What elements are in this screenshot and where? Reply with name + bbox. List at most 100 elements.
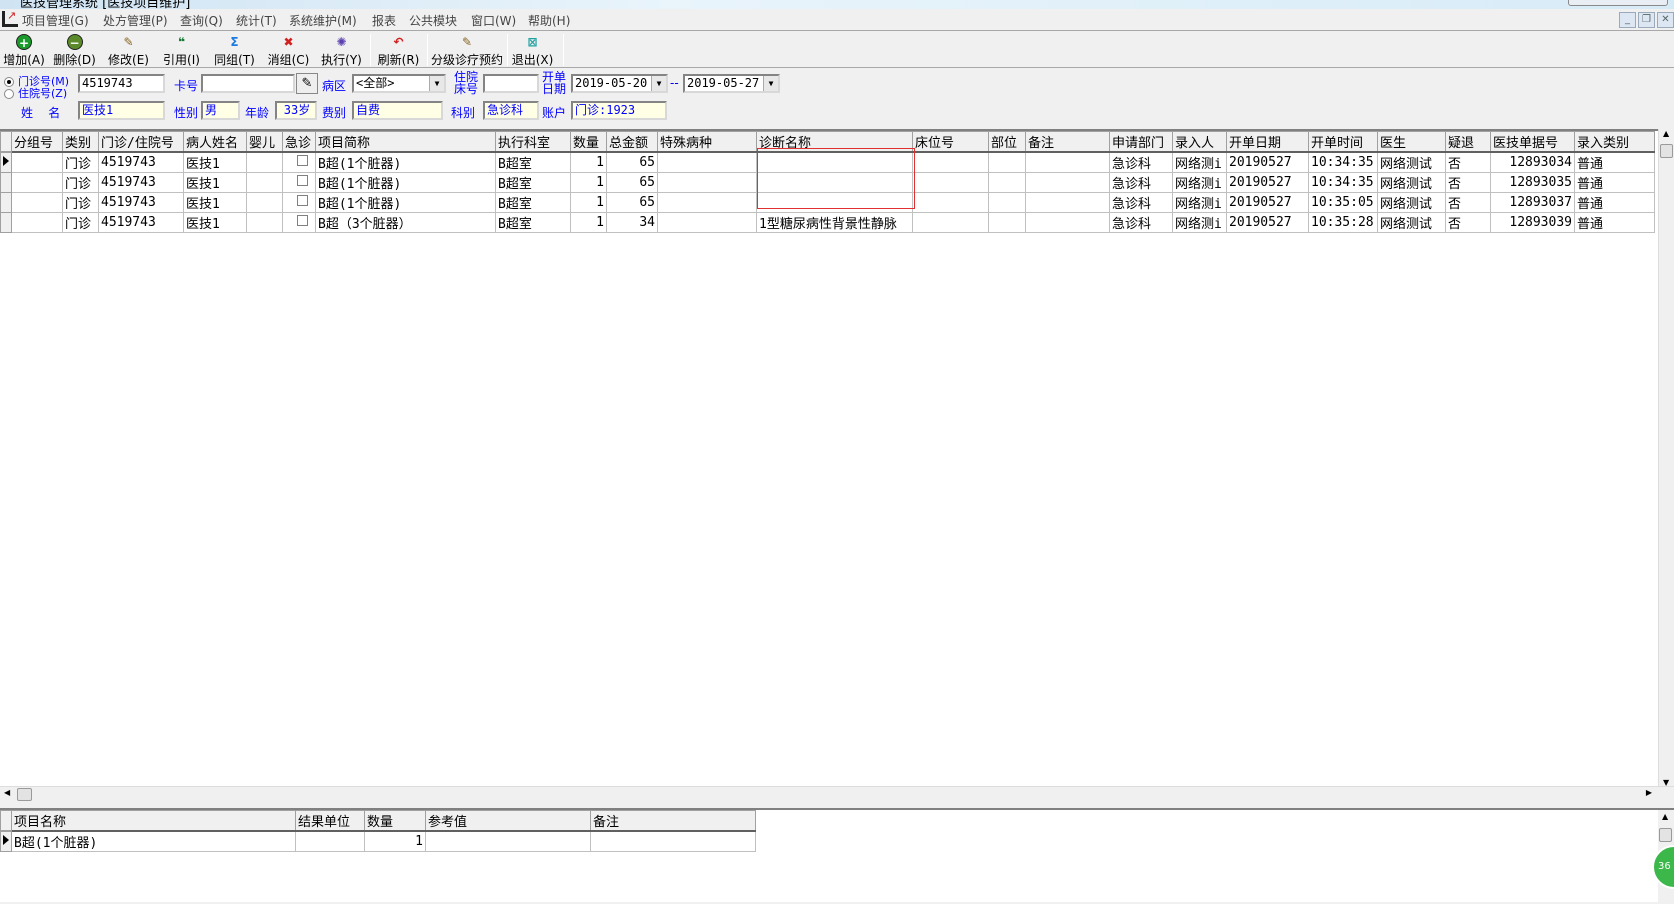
- table-cell[interactable]: 65: [606, 192, 658, 213]
- table-cell[interactable]: [425, 830, 591, 852]
- column-header[interactable]: 分组号: [11, 131, 63, 153]
- column-header[interactable]: 录入类别: [1574, 131, 1655, 153]
- toolbar-button[interactable]: ✎ 分级诊疗预约: [430, 33, 504, 67]
- table-cell[interactable]: 医技1: [183, 151, 247, 173]
- table-cell[interactable]: [657, 151, 757, 173]
- table-cell[interactable]: [988, 192, 1026, 213]
- menu-item[interactable]: 窗口(W): [471, 12, 516, 29]
- ward-select[interactable]: <全部> ▼: [352, 74, 446, 93]
- table-cell[interactable]: 12893039: [1490, 212, 1575, 233]
- table-cell[interactable]: B超（3个脏器）: [315, 212, 496, 233]
- menu-item[interactable]: 公共模块: [409, 12, 457, 29]
- table-cell[interactable]: [657, 212, 757, 233]
- emergency-checkbox-cell[interactable]: [282, 172, 316, 193]
- column-header[interactable]: 门诊/住院号: [98, 131, 184, 153]
- table-cell[interactable]: [246, 192, 283, 213]
- column-header[interactable]: 床位号: [912, 131, 989, 153]
- table-cell[interactable]: B超(1个脏器): [315, 151, 496, 173]
- table-cell[interactable]: [988, 172, 1026, 193]
- emergency-checkbox-cell[interactable]: [282, 192, 316, 213]
- column-header[interactable]: 诊断名称: [756, 131, 913, 153]
- mdi-minimize-button[interactable]: _: [1619, 12, 1636, 28]
- scroll-thumb[interactable]: [1659, 828, 1672, 842]
- table-cell[interactable]: [1025, 172, 1110, 193]
- column-header[interactable]: 婴儿: [246, 131, 283, 153]
- table-row[interactable]: 门诊 4519743 医技1 B超(1个脏器) B超室 1 65 急诊科 网络测i 2019052…: [0, 192, 1655, 213]
- column-header[interactable]: 数量: [364, 810, 426, 832]
- toolbar-button[interactable]: ✺ 执行(Y): [320, 33, 363, 67]
- horizontal-scrollbar[interactable]: ◀ ▶: [0, 786, 1674, 802]
- table-cell[interactable]: 4519743: [98, 172, 184, 193]
- table-cell[interactable]: 网络测试: [1377, 212, 1446, 233]
- table-cell[interactable]: B超室: [495, 212, 571, 233]
- table-cell[interactable]: 否: [1445, 172, 1491, 193]
- table-cell[interactable]: 10:35:05: [1308, 192, 1378, 213]
- table-cell[interactable]: [756, 172, 913, 193]
- menu-item[interactable]: 帮助(H): [528, 12, 570, 29]
- table-cell[interactable]: 4519743: [98, 212, 184, 233]
- table-row[interactable]: 门诊 4519743 医技1 B超（3个脏器） B超室 1 34 1型糖尿病性背景性静脉 急诊科…: [0, 212, 1655, 233]
- table-cell[interactable]: 否: [1445, 212, 1491, 233]
- column-header[interactable]: 疑退: [1445, 131, 1491, 153]
- table-cell[interactable]: B超(1个脏器): [315, 172, 496, 193]
- column-header[interactable]: 医生: [1377, 131, 1446, 153]
- checkbox[interactable]: [297, 155, 308, 166]
- table-cell[interactable]: 20190527: [1226, 212, 1309, 233]
- table-cell[interactable]: 门诊: [62, 151, 99, 173]
- detail-grid[interactable]: 项目名称 结果单位 数量 参考值 备注 B超(1个脏器) 1 ▲: [0, 808, 1674, 904]
- table-cell[interactable]: 1: [570, 192, 607, 213]
- checkbox[interactable]: [297, 215, 308, 226]
- table-cell[interactable]: 门诊: [62, 192, 99, 213]
- table-cell[interactable]: 20190527: [1226, 192, 1309, 213]
- table-cell[interactable]: [11, 151, 63, 173]
- table-cell[interactable]: 1: [364, 830, 426, 852]
- table-cell[interactable]: 医技1: [183, 192, 247, 213]
- table-cell[interactable]: 网络测i: [1172, 172, 1227, 193]
- table-row[interactable]: B超(1个脏器) 1: [0, 830, 756, 852]
- date-from-picker[interactable]: 2019-05-20 ▼: [571, 74, 668, 93]
- column-header[interactable]: 部位: [988, 131, 1026, 153]
- emergency-checkbox-cell[interactable]: [282, 212, 316, 233]
- table-cell[interactable]: 1: [570, 151, 607, 173]
- table-cell[interactable]: [756, 192, 913, 213]
- table-cell[interactable]: [988, 212, 1026, 233]
- scroll-up-icon[interactable]: ▲: [1663, 129, 1669, 138]
- column-header[interactable]: 开单时间: [1308, 131, 1378, 153]
- toolbar-button[interactable]: ⊠ 退出(X): [510, 33, 555, 67]
- vertical-scrollbar[interactable]: ▲ ▼: [1658, 129, 1674, 787]
- chevron-down-icon[interactable]: ▼: [651, 76, 666, 91]
- table-cell[interactable]: 医技1: [183, 172, 247, 193]
- read-card-button[interactable]: ✎: [296, 73, 318, 94]
- column-header[interactable]: 录入人: [1172, 131, 1227, 153]
- table-cell[interactable]: [912, 212, 989, 233]
- table-cell[interactable]: 普通: [1574, 172, 1655, 193]
- column-header[interactable]: 项目简称: [315, 131, 496, 153]
- table-cell[interactable]: [590, 830, 756, 852]
- table-cell[interactable]: 门诊: [62, 212, 99, 233]
- table-cell[interactable]: [988, 151, 1026, 173]
- column-header[interactable]: 数量: [570, 131, 607, 153]
- scroll-left-icon[interactable]: ◀: [4, 788, 10, 797]
- row-indicator[interactable]: [0, 192, 12, 213]
- table-cell[interactable]: 网络测试: [1377, 192, 1446, 213]
- table-cell[interactable]: [295, 830, 365, 852]
- table-cell[interactable]: 普通: [1574, 192, 1655, 213]
- table-cell[interactable]: 网络测试: [1377, 172, 1446, 193]
- table-cell[interactable]: [756, 151, 913, 173]
- column-header[interactable]: 开单日期: [1226, 131, 1309, 153]
- menu-item[interactable]: 项目管理(G): [22, 12, 89, 29]
- row-indicator[interactable]: [0, 830, 12, 852]
- scroll-thumb[interactable]: [17, 788, 32, 801]
- table-cell[interactable]: 否: [1445, 192, 1491, 213]
- age-input[interactable]: 33岁: [275, 101, 317, 120]
- column-header[interactable]: 特殊病种: [657, 131, 757, 153]
- table-cell[interactable]: 12893037: [1490, 192, 1575, 213]
- table-cell[interactable]: [912, 192, 989, 213]
- table-cell[interactable]: [11, 212, 63, 233]
- table-cell[interactable]: 医技1: [183, 212, 247, 233]
- emergency-checkbox-cell[interactable]: [282, 151, 316, 173]
- table-cell[interactable]: [657, 172, 757, 193]
- row-indicator[interactable]: [0, 212, 12, 233]
- table-cell[interactable]: 1: [570, 172, 607, 193]
- table-cell[interactable]: 门诊: [62, 172, 99, 193]
